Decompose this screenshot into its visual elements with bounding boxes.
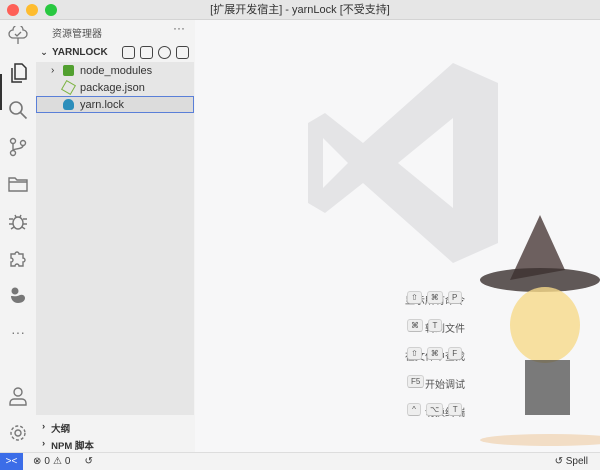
- tree-item-yarn-lock[interactable]: yarn.lock: [36, 96, 194, 113]
- shortcut-label: 开始调试: [425, 380, 465, 391]
- keycap: ⌘: [407, 319, 423, 332]
- account-icon[interactable]: [6, 384, 30, 408]
- character-illustration: [480, 215, 600, 446]
- search-icon[interactable]: [6, 98, 30, 122]
- title-bar: [扩展开发宿主] - yarnLock [不受支持]: [0, 0, 600, 20]
- refresh-icon[interactable]: [158, 46, 171, 59]
- keycap: F5: [407, 375, 425, 388]
- folder-icon: [63, 65, 74, 76]
- keycap: P: [447, 291, 462, 304]
- explorer-sidebar: 资源管理器 ··· ⌄ YARNLOCK › node_modules pack…: [36, 20, 195, 452]
- explorer-icon[interactable]: [6, 61, 30, 85]
- maximize-window-button[interactable]: [45, 4, 57, 16]
- item-label: node_modules: [80, 64, 153, 77]
- folder-icon[interactable]: [6, 172, 30, 196]
- item-label: yarn.lock: [80, 98, 125, 111]
- nodejs-icon: [60, 79, 77, 96]
- yarn-icon: [63, 99, 74, 110]
- warning-count: 0: [64, 455, 71, 467]
- new-folder-icon[interactable]: [140, 46, 153, 59]
- keycap: T: [448, 403, 463, 416]
- chevron-down-icon: ⌄: [40, 46, 48, 57]
- remote-button[interactable]: ><: [0, 452, 23, 470]
- item-label: package.json: [80, 81, 145, 94]
- file-tree: › node_modules package.json yarn.lock: [36, 62, 194, 415]
- extensions-icon[interactable]: [6, 246, 30, 270]
- section-label: 大纲: [51, 424, 71, 435]
- shortcut-keys: ^ ⌥ T: [407, 403, 463, 416]
- section-npm-scripts[interactable]: › NPM 脚本: [42, 438, 94, 452]
- more-actions-button[interactable]: ···: [173, 21, 185, 35]
- section-title: YARNLOCK: [52, 46, 108, 58]
- close-window-button[interactable]: [7, 4, 19, 16]
- window-title: [扩展开发宿主] - yarnLock [不受支持]: [210, 4, 390, 16]
- tree-item-node-modules[interactable]: › node_modules: [36, 62, 194, 79]
- collapse-all-icon[interactable]: [176, 46, 189, 59]
- keycap: ⌘: [426, 347, 443, 360]
- history-icon: ↺: [554, 455, 566, 467]
- shortcut-keys: ⇧ ⌘ F: [407, 347, 462, 360]
- section-label: NPM 脚本: [51, 441, 94, 452]
- keycap: ⌥: [426, 403, 444, 416]
- keycap: ^: [407, 403, 421, 416]
- section-outline[interactable]: › 大纲: [42, 421, 70, 435]
- sidebar-title: 资源管理器: [52, 29, 102, 40]
- duck-icon[interactable]: [6, 283, 30, 307]
- keycap: ⌘: [426, 291, 443, 304]
- settings-gear-icon[interactable]: [6, 421, 30, 445]
- status-bar: >< ⊗ 0 ⚠ 0 ↺ ↺ Spell: [0, 452, 600, 470]
- editor-area: 显示所有命令⇧⌘P转到文件⌘T在文件中查找⇧⌘F开始调试F5切换终端^⌥T: [195, 20, 600, 452]
- warning-icon: ⚠: [52, 455, 62, 467]
- more-icon[interactable]: ···: [6, 320, 30, 344]
- history-icon[interactable]: ↺: [84, 456, 92, 467]
- shortcut-keys: ⇧ ⌘ P: [407, 291, 462, 304]
- keycap: ⇧: [407, 347, 422, 360]
- keycap: ⇧: [407, 291, 422, 304]
- keycap: F: [447, 347, 462, 360]
- chevron-right-icon: ›: [51, 65, 55, 76]
- spell-label: Spell: [565, 455, 588, 467]
- error-count: 0: [44, 455, 50, 467]
- shortcut-keys: ⌘ T: [407, 319, 442, 332]
- problems-button[interactable]: ⊗ 0 ⚠ 0: [33, 456, 70, 467]
- shortcut-keys: F5: [407, 375, 425, 388]
- section-header-yarnlock[interactable]: ⌄ YARNLOCK: [36, 44, 195, 60]
- keycap: T: [428, 319, 442, 332]
- minimize-window-button[interactable]: [26, 4, 38, 16]
- new-file-icon[interactable]: [122, 46, 135, 59]
- error-icon: ⊗: [33, 455, 42, 467]
- debug-icon[interactable]: [6, 209, 30, 233]
- activity-bar: ···: [0, 20, 36, 452]
- spell-button[interactable]: ↺ Spell: [555, 456, 588, 467]
- tree-icon[interactable]: [6, 24, 30, 48]
- source-control-icon[interactable]: [6, 135, 30, 159]
- tree-item-package-json[interactable]: package.json: [36, 79, 194, 96]
